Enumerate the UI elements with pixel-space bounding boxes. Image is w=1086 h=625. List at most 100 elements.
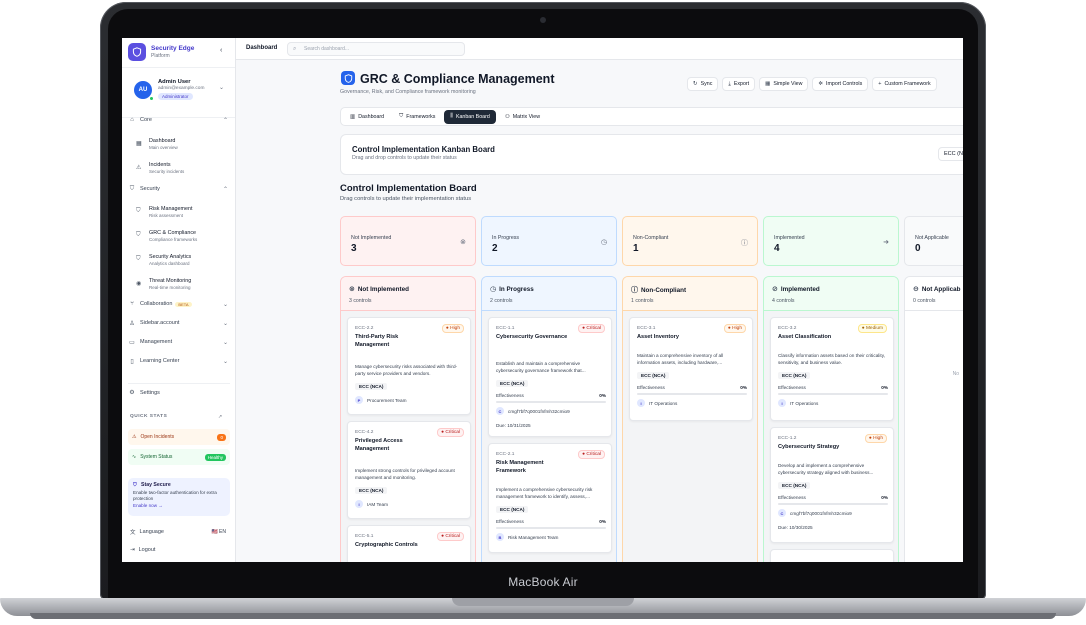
user-name: Admin User (158, 79, 191, 85)
custom-framework-button[interactable]: + Custom Framework (872, 77, 937, 91)
effectiveness-bar (778, 393, 888, 395)
column-not-applicable: ⊖ Not Applicab 0 controls No (904, 276, 963, 562)
sidebar-item-grc[interactable]: ⛉ GRC & Compliance Compliance frameworks (134, 226, 230, 248)
system-status-badge: Healthy (204, 453, 226, 461)
laptop-frame: Security Edge Platform ‹ AU Admin User a… (0, 0, 1086, 625)
tab-matrix-view[interactable]: ⚇ Matrix View (499, 110, 546, 124)
sync-button[interactable]: ↻ Sync (687, 77, 719, 91)
column-non-compliant: ⓘ Non-Compliant 1 controls ECC-3.1 Asset … (622, 276, 758, 562)
sidebar-item-analytics[interactable]: ⛉ Security Analytics Analytics dashboard (134, 250, 230, 272)
search-input[interactable]: ⌕ Search dashboard... (287, 42, 465, 56)
language-selector[interactable]: 文 Language 🇺🇸 EN (130, 528, 230, 536)
refresh-icon: ↻ (693, 81, 698, 87)
import-controls-button[interactable]: ✲ Import Controls (812, 77, 869, 91)
sidebar-item-label: Collaboration (140, 301, 173, 307)
user-role-badge: Administrator (158, 93, 193, 100)
framework-tag: ECC (NCA) (778, 482, 811, 489)
column-count: 2 controls (490, 298, 513, 304)
control-card[interactable] (770, 549, 894, 562)
export-button[interactable]: ⤓ Export (722, 77, 756, 91)
app-subtitle: Platform (151, 53, 170, 59)
kanban-header-card: Control Implementation Kanban Board Drag… (340, 134, 963, 175)
control-owner: I IT Operations (637, 399, 677, 407)
sidebar-item-label: Sidebar.account (140, 320, 180, 326)
sidebar-item-threat[interactable]: ◉ Threat Monitoring Real-time monitoring (134, 274, 230, 296)
home-icon: ⌂ (130, 117, 134, 123)
sidebar-item-dashboard[interactable]: ▦ Dashboard Main overview (134, 134, 230, 156)
control-id: ECC-5.1 (355, 534, 374, 539)
tab-frameworks[interactable]: ⛉ Frameworks (393, 110, 441, 124)
sidebar-item-label: Dashboard (149, 138, 176, 144)
control-card[interactable]: ECC-4.2 Privileged Access Management ● C… (347, 421, 471, 519)
control-card[interactable]: ECC-5.1 Cryptographic Controls ● Critica… (347, 525, 471, 562)
column-body: ECC-3.2 Asset Classification ● Medium Cl… (764, 311, 898, 562)
sidebar-item-incidents[interactable]: ⚠ Incidents Security incidents (134, 158, 230, 180)
control-owner: Ccmgf7bf7q0001fnfmh32cmio9 (778, 509, 852, 517)
column-title: In Progress (499, 285, 534, 293)
effectiveness-bar (496, 401, 606, 403)
control-desc: Implement strong controls for privileged… (355, 468, 455, 480)
sidebar-item-account[interactable]: ♙ Sidebar.account ⌄ (128, 314, 230, 332)
logout-button[interactable]: ⇥ Logout (130, 547, 230, 553)
control-card[interactable]: ECC-2.1 Risk Management Framework ● Crit… (488, 443, 612, 553)
sidebar-item-learning[interactable]: ▯ Learning Center ⌄ (128, 352, 230, 370)
app-screen: Security Edge Platform ‹ AU Admin User a… (122, 38, 963, 562)
sidebar-item-core[interactable]: ⌂ Core ⌃ (128, 116, 230, 124)
sidebar-item-label: Security (140, 186, 160, 192)
tab-kanban-board[interactable]: ⫼ Kanban Board (444, 109, 496, 124)
column-header: ◷ In Progress 2 controls (482, 277, 616, 311)
user-menu-chevron-icon[interactable]: ⌄ (219, 84, 224, 91)
column-count: 1 controls (631, 298, 654, 304)
breadcrumb[interactable]: Dashboard (246, 45, 277, 51)
simple-view-button[interactable]: ▦ Simple View (759, 77, 809, 91)
control-card[interactable]: ECC-1.1 Cybersecurity Governance ● Criti… (488, 317, 612, 437)
briefcase-icon: ▭ (129, 339, 135, 346)
column-body: ECC-2.2 Third-Party Risk Management ● Hi… (341, 311, 475, 562)
sidebar-item-desc: Main overview (149, 145, 178, 150)
control-desc: Manage cybersecurity risks associated wi… (355, 364, 458, 376)
sidebar-item-security[interactable]: ⛉ Security ⌃ (128, 180, 230, 198)
secure-title: Stay Secure (141, 482, 171, 488)
framework-select[interactable]: ECC (N (938, 147, 963, 161)
tab-dashboard[interactable]: ▥ Dashboard (344, 110, 390, 124)
laptop-foot (30, 613, 1056, 619)
stat-not-implemented: Not Implemented 3 ⊗ (340, 216, 476, 266)
quick-stats-title: QUICK STATS (130, 414, 168, 419)
board-subtitle: Drag controls to update their implementa… (340, 196, 472, 202)
sidebar-header: Security Edge Platform ‹ (122, 38, 235, 68)
control-card[interactable]: ECC-2.2 Third-Party Risk Management ● Hi… (347, 317, 471, 415)
sidebar-item-desc: Compliance frameworks (149, 237, 198, 242)
control-card[interactable]: ECC-1.2 Cybersecurity Strategy ● High De… (770, 427, 894, 543)
shield-icon: ⛉ (133, 482, 137, 488)
collapse-chevron-icon[interactable]: ‹ (220, 47, 222, 54)
system-status-stat[interactable]: ∿ System Status Healthy (128, 449, 230, 465)
column-count: 4 controls (772, 298, 795, 304)
priority-label: Critical (445, 534, 460, 539)
enable-now-link[interactable]: Enable now → (133, 503, 225, 508)
control-card[interactable]: ECC-3.2 Asset Classification ● Medium Cl… (770, 317, 894, 421)
effectiveness-value: 0% (881, 495, 888, 500)
control-name: Privileged Access Management (355, 438, 403, 452)
plus-icon: + (878, 81, 882, 87)
framework-tag: ECC (NCA) (355, 487, 388, 494)
sidebar-item-management[interactable]: ▭ Management ⌄ (128, 333, 230, 351)
owner-name: IT Operations (790, 400, 819, 406)
user-profile[interactable]: AU Admin User admin@example.com Administ… (122, 68, 235, 118)
effectiveness-label: Effectiveness (496, 393, 524, 398)
control-card[interactable]: ECC-3.1 Asset Inventory ● High Maintain … (629, 317, 753, 421)
control-owner: I IT Operations (778, 399, 818, 407)
empty-message: No (952, 371, 959, 377)
sidebar-item-settings[interactable]: ⚙ Settings (128, 383, 230, 401)
sidebar-item-risk[interactable]: ⛉ Risk Management Risk assessment (134, 202, 230, 224)
open-incidents-stat[interactable]: ⚠ Open Incidents 0 (128, 429, 230, 445)
stat-non-compliant: Non-Compliant 1 ⓘ (622, 216, 758, 266)
check-circle-icon: ⊘ (772, 286, 778, 293)
owner-name: Procurement Team (367, 397, 407, 403)
stat-value: 1 (633, 243, 639, 254)
effectiveness-value: 0% (599, 393, 606, 398)
effectiveness: Effectiveness 0% (778, 495, 888, 500)
sidebar-item-collaboration[interactable]: ⑂ Collaboration BETA ⌄ (128, 295, 230, 313)
page-title: GRC & Compliance Management (360, 72, 555, 86)
chevron-down-icon: ⌄ (222, 301, 228, 308)
framework-tag: ECC (NCA) (637, 372, 670, 379)
